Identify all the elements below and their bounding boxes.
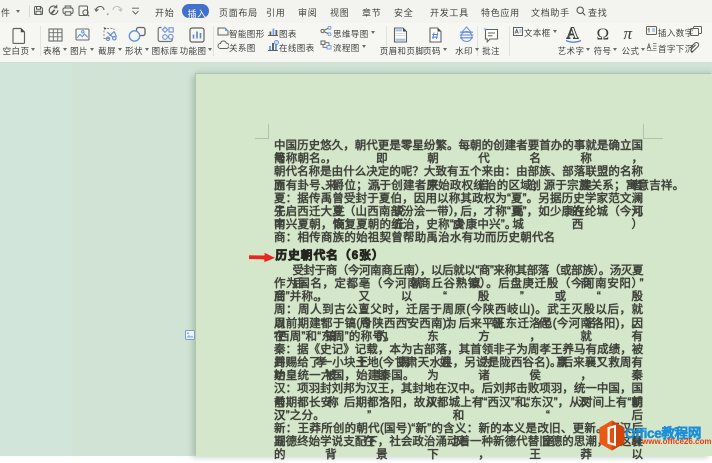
svg-text:A: A	[567, 25, 579, 43]
svg-text:π: π	[624, 25, 633, 42]
svg-text:Ω: Ω	[597, 25, 610, 42]
